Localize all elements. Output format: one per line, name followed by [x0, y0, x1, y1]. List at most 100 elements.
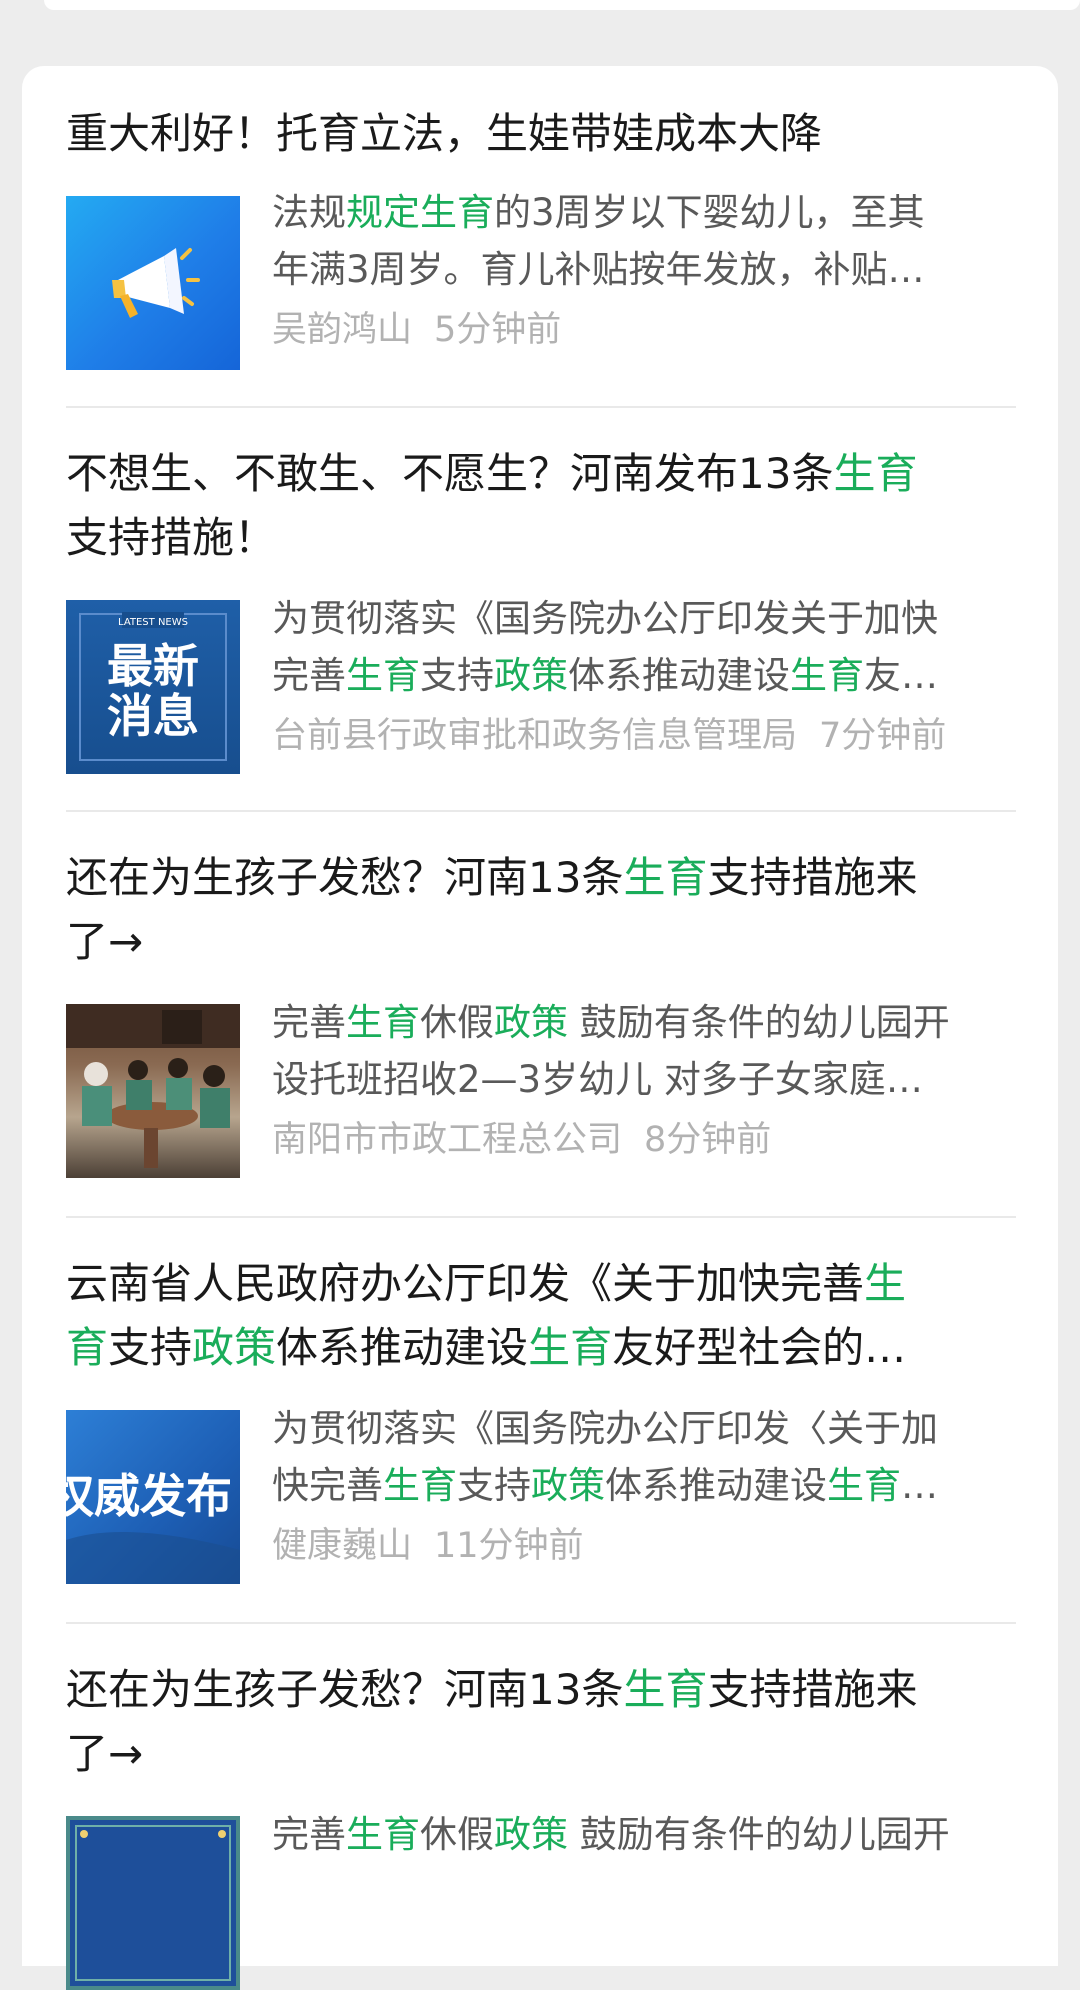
text-segment: 友好型社会的…	[612, 1323, 907, 1372]
article-thumbnail	[66, 1816, 240, 1990]
keyword-highlight: 生育	[528, 1323, 613, 1372]
text-segment: 休假	[420, 1813, 494, 1856]
summary-line: 法规规定生育的3周岁以下婴幼儿，至其	[272, 184, 1016, 241]
summary-line: 年满3周岁。育儿补贴按年发放，补贴…	[272, 241, 1016, 298]
search-results-card: 重大利好！托育立法，生娃带娃成本大降 法规规定生育的3周岁以下婴幼儿，至其年满3…	[22, 66, 1058, 1990]
divider	[66, 810, 1016, 812]
thumb-text-line2: 消息	[107, 689, 199, 743]
article-item[interactable]: 云南省人民政府办公厅印发《关于加快完善生 育支持政策体系推动建设生育友好型社会的…	[66, 1252, 1016, 1584]
keyword-highlight: 生育	[790, 654, 864, 697]
article-meta: 台前县行政审批和政务信息管理局 7分钟前	[272, 712, 1016, 760]
text-segment: 的3周岁以下婴幼儿，至其	[494, 191, 925, 234]
article-summary: 为贯彻落实《国务院办公厅印发关于加快 完善生育支持政策体系推动建设生育友…	[272, 590, 1016, 704]
article-item[interactable]: 不想生、不敢生、不愿生？河南发布13条生育 支持措施！ LATEST NEWS …	[66, 442, 1016, 774]
divider	[66, 406, 1016, 408]
article-time: 7分钟前	[819, 716, 947, 756]
text-segment: 体系推动建设	[568, 654, 790, 697]
latest-news-graphic: LATEST NEWS 最新 消息	[79, 612, 227, 761]
keyword-highlight: 规定生育	[346, 191, 494, 234]
text-segment: 完善	[272, 1813, 346, 1856]
keyword-highlight: 生育	[623, 853, 708, 902]
article-summary: 法规规定生育的3周岁以下婴幼儿，至其年满3周岁。育儿补贴按年发放，补贴…	[272, 184, 1016, 298]
keyword-highlight: 生育	[623, 1665, 708, 1714]
article-title[interactable]: 云南省人民政府办公厅印发《关于加快完善生 育支持政策体系推动建设生育友好型社会的…	[66, 1252, 1016, 1380]
keyword-highlight: 政策	[494, 1813, 568, 1856]
summary-line: 完善生育休假政策 鼓励有条件的幼儿园开	[272, 1806, 1016, 1863]
authority-release-text: 权威发布	[66, 1469, 232, 1523]
article-title[interactable]: 不想生、不敢生、不愿生？河南发布13条生育 支持措施！	[66, 442, 1016, 570]
keyword-highlight: 生育	[346, 1001, 420, 1044]
summary-line: 为贯彻落实《国务院办公厅印发关于加快	[272, 590, 1016, 647]
text-segment: 为贯彻落实《国务院办公厅印发关于加快	[272, 597, 938, 640]
summary-line: 完善生育休假政策 鼓励有条件的幼儿园开	[272, 994, 1016, 1051]
text-segment: 支持	[108, 1323, 193, 1372]
text-segment: 友…	[864, 654, 938, 697]
article-thumbnail	[66, 196, 240, 370]
text-segment: 年满3周岁。育儿补贴按年发放，补贴…	[272, 248, 925, 291]
megaphone-icon	[112, 248, 200, 318]
text-segment: 不想生、不敢生、不愿生？河南发布13条	[66, 449, 834, 498]
keyword-highlight: 政策	[192, 1323, 277, 1372]
children-photo	[66, 1004, 240, 1168]
text-segment: 体系推动建设	[276, 1323, 529, 1372]
text-segment: 完善	[272, 1001, 346, 1044]
text-segment: 为贯彻落实《国务院办公厅印发〈关于加	[272, 1407, 938, 1450]
text-segment: 体系推动建设	[605, 1464, 827, 1507]
article-time: 11分钟前	[434, 1526, 584, 1566]
article-time: 5分钟前	[434, 310, 562, 350]
keyword-highlight: 生育	[833, 449, 918, 498]
article-item[interactable]: 重大利好！托育立法，生娃带娃成本大降 法规规定生育的3周岁以下婴幼儿，至其年满3…	[66, 102, 1016, 370]
divider	[66, 1216, 1016, 1218]
summary-line: 设托班招收2—3岁幼儿 对多子女家庭…	[272, 1051, 1016, 1108]
article-source[interactable]: 吴韵鸿山	[272, 310, 412, 350]
article-item[interactable]: 还在为生孩子发愁？河南13条生育支持措施来 了→ 完善生育休假政策 鼓励有条件的…	[66, 1658, 1016, 1990]
text-segment: 重大利好！托育立法，生娃带娃成本大降	[66, 109, 823, 158]
article-source[interactable]: 南阳市市政工程总公司	[272, 1120, 622, 1160]
article-thumbnail: LATEST NEWS 最新 消息	[66, 600, 240, 774]
article-source[interactable]: 台前县行政审批和政务信息管理局	[272, 716, 797, 756]
text-segment: 鼓励有条件的幼儿园开	[568, 1813, 950, 1856]
text-segment: 休假	[420, 1001, 494, 1044]
article-item[interactable]: 还在为生孩子发愁？河南13条生育支持措施来 了→ 完善生育休假政策 鼓励有条件的…	[66, 846, 1016, 1178]
thumb-text-line1: 最新	[107, 639, 199, 693]
text-segment: 快完善	[272, 1464, 383, 1507]
divider	[66, 1622, 1016, 1624]
previous-card-edge	[44, 0, 1080, 10]
keyword-highlight: 生育	[346, 654, 420, 697]
keyword-highlight: 政策	[531, 1464, 605, 1507]
text-segment: 还在为生孩子发愁？河南13条	[66, 1665, 624, 1714]
text-segment: 支持	[457, 1464, 531, 1507]
text-segment: 鼓励有条件的幼儿园开	[568, 1001, 950, 1044]
article-meta: 健康巍山 11分钟前	[272, 1522, 1016, 1570]
summary-line: 为贯彻落实《国务院办公厅印发〈关于加	[272, 1400, 1016, 1457]
article-time: 8分钟前	[644, 1120, 772, 1160]
article-thumbnail: 权威发布	[66, 1410, 240, 1584]
text-segment: 还在为生孩子发愁？河南13条	[66, 853, 624, 902]
keyword-highlight: 生育	[383, 1464, 457, 1507]
text-segment: 支持	[420, 654, 494, 697]
article-summary: 完善生育休假政策 鼓励有条件的幼儿园开	[272, 1806, 1016, 1920]
article-source[interactable]: 健康巍山	[272, 1526, 412, 1566]
keyword-highlight: 政策	[494, 1001, 568, 1044]
text-segment: 法规	[272, 191, 346, 234]
text-segment: 支持措施！	[66, 513, 277, 562]
framed-image-graphic	[75, 1825, 231, 1981]
article-meta: 吴韵鸿山 5分钟前	[272, 306, 1016, 354]
text-segment: 设托班招收2—3岁幼儿 对多子女家庭…	[272, 1058, 923, 1101]
keyword-highlight: 生育	[827, 1464, 901, 1507]
article-thumbnail	[66, 1004, 240, 1178]
text-segment: …	[901, 1464, 938, 1507]
keyword-highlight: 政策	[494, 654, 568, 697]
text-segment: 完善	[272, 654, 346, 697]
authority-release-graphic: 权威发布	[66, 1469, 240, 1584]
article-title[interactable]: 重大利好！托育立法，生娃带娃成本大降	[66, 102, 1016, 166]
article-summary: 完善生育休假政策 鼓励有条件的幼儿园开设托班招收2—3岁幼儿 对多子女家庭…	[272, 994, 1016, 1108]
article-title[interactable]: 还在为生孩子发愁？河南13条生育支持措施来 了→	[66, 1658, 1016, 1786]
article-meta: 南阳市市政工程总公司 8分钟前	[272, 1116, 1016, 1164]
text-segment: 云南省人民政府办公厅印发《关于加快完善	[66, 1259, 865, 1308]
article-summary: 为贯彻落实《国务院办公厅印发〈关于加 快完善生育支持政策体系推动建设生育…	[272, 1400, 1016, 1514]
keyword-highlight: 生育	[346, 1813, 420, 1856]
article-title[interactable]: 还在为生孩子发愁？河南13条生育支持措施来 了→	[66, 846, 1016, 974]
latest-news-badge: LATEST NEWS	[118, 617, 188, 628]
summary-line: 快完善生育支持政策体系推动建设生育…	[272, 1457, 1016, 1514]
